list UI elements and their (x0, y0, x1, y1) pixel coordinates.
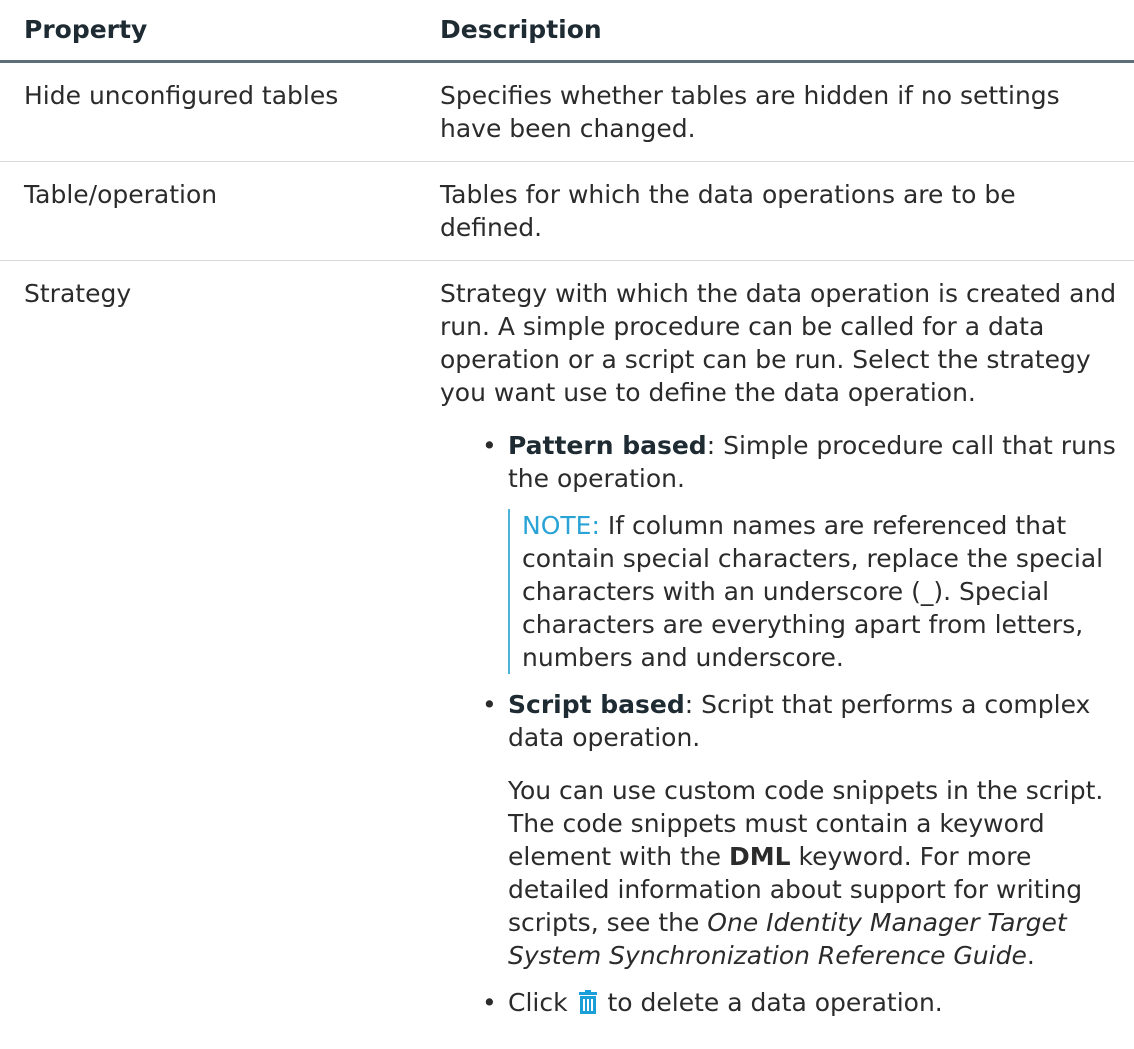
note-text: If column names are referenced that cont… (522, 511, 1103, 672)
dml-keyword: DML (729, 842, 791, 871)
bullet-icon: • (482, 429, 497, 462)
script-based-term: Script based (508, 690, 685, 719)
script-para-end: . (1027, 941, 1035, 970)
trash-icon[interactable] (578, 989, 598, 1013)
description-cell: Tables for which the data operations are… (436, 162, 1134, 261)
list-item-script-based: • Script based: Script that performs a c… (478, 688, 1122, 972)
table-row: Table/operation Tables for which the dat… (0, 162, 1134, 261)
column-header-description: Description (436, 0, 1134, 62)
pattern-based-term: Pattern based (508, 431, 707, 460)
table-row: Strategy Strategy with which the data op… (0, 261, 1134, 1049)
column-header-property: Property (0, 0, 436, 62)
property-cell: Strategy (0, 261, 436, 1049)
description-cell: Specifies whether tables are hidden if n… (436, 62, 1134, 162)
document-page: Property Description Hide unconfigured t… (0, 0, 1134, 1023)
script-details-paragraph: You can use custom code snippets in the … (508, 774, 1122, 972)
table-header-row: Property Description (0, 0, 1134, 62)
property-table: Property Description Hide unconfigured t… (0, 0, 1134, 1049)
bullet-icon: • (482, 986, 497, 1019)
description-cell: Strategy with which the data operation i… (436, 261, 1134, 1049)
delete-text-after: to delete a data operation. (600, 988, 943, 1017)
list-item-delete: • Click to delete a data operation. (478, 986, 1122, 1019)
note-label: NOTE: (522, 511, 600, 540)
strategy-description: Strategy with which the data operation i… (440, 277, 1122, 409)
property-cell: Hide unconfigured tables (0, 62, 436, 162)
note-callout: NOTE: If column names are referenced tha… (508, 509, 1122, 674)
table-row: Hide unconfigured tables Specifies wheth… (0, 62, 1134, 162)
property-cell: Table/operation (0, 162, 436, 261)
strategy-options-list: • Pattern based: Simple procedure call t… (440, 429, 1122, 1019)
delete-text-before: Click (508, 988, 576, 1017)
bullet-icon: • (482, 688, 497, 721)
list-item-pattern-based: • Pattern based: Simple procedure call t… (478, 429, 1122, 674)
